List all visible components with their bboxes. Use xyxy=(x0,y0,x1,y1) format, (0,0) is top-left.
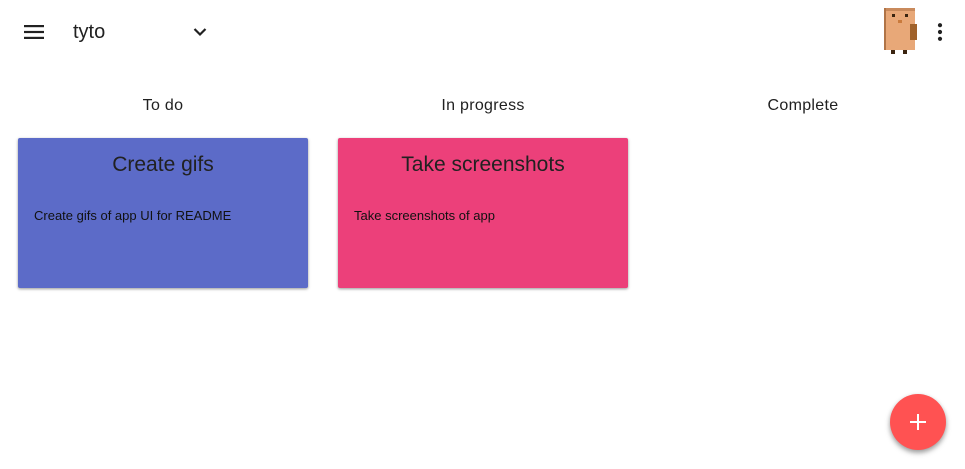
app-header: tyto xyxy=(0,0,965,64)
hamburger-menu-icon xyxy=(24,25,44,39)
chevron-down-icon xyxy=(193,28,207,37)
todo-card[interactable]: Create gifs Create gifs of app UI for RE… xyxy=(18,138,308,288)
column-title-complete: Complete xyxy=(767,97,839,114)
card-body: Create gifs of app UI for README xyxy=(34,208,232,223)
card-title: Create gifs xyxy=(112,153,214,176)
column-title-in-progress: In progress xyxy=(441,97,525,114)
app-root: tyto To do Create gifs Create gifs of ap… xyxy=(0,0,965,469)
card-body: Take screenshots of app xyxy=(354,208,495,223)
board-select[interactable]: tyto xyxy=(70,14,214,50)
add-card-button[interactable] xyxy=(890,394,946,450)
plus-icon xyxy=(910,414,926,430)
more-options-button[interactable] xyxy=(926,16,954,48)
in-progress-card[interactable]: Take screenshots Take screenshots of app xyxy=(338,138,628,288)
pixel-owl-avatar-icon[interactable] xyxy=(884,6,918,54)
card-title: Take screenshots xyxy=(401,153,565,176)
menu-button[interactable] xyxy=(14,12,54,52)
more-vert-icon xyxy=(937,23,943,41)
board-title: tyto xyxy=(73,21,106,43)
column-title-todo: To do xyxy=(142,97,184,114)
